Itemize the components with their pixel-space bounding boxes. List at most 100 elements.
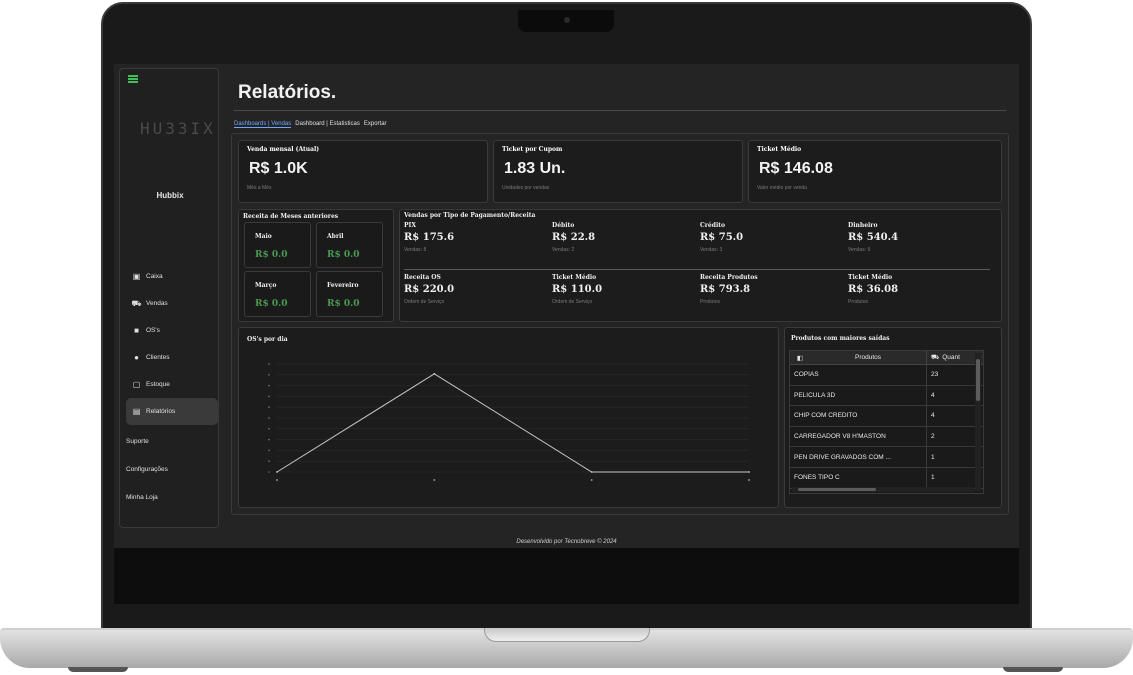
data-point	[748, 471, 750, 473]
data-point	[433, 372, 436, 375]
y-tick	[268, 384, 270, 387]
table-header: ◧ Produtos ⛟ Quant	[790, 351, 983, 365]
kpi-label: Ticket por Cupom	[502, 146, 563, 153]
column-header-quant[interactable]: ⛟ Quant	[926, 351, 976, 364]
sidebar-item-os[interactable]: ■ OS's	[126, 317, 218, 344]
month-card-marco: Março R$ 0.0	[244, 271, 311, 317]
payment-name: Receita OS	[404, 274, 441, 281]
month-card-maio: Maio R$ 0.0	[244, 222, 311, 268]
page-title: Relatórios.	[238, 82, 337, 103]
payment-subtitle: Ordem de Serviço	[552, 299, 593, 305]
kpi-subtitle: Mês a Mês	[247, 185, 272, 191]
report-icon: ▤	[132, 407, 141, 416]
y-tick	[268, 428, 270, 430]
payment-name: Receita Produtos	[700, 274, 758, 281]
product-quantity: 4	[926, 406, 976, 426]
product-quantity: 2	[926, 426, 976, 447]
sidebar-link-configuracoes[interactable]: Configurações	[126, 455, 218, 483]
table-row[interactable]: CARREGADOR V8 H'MASTON 2	[790, 426, 983, 448]
payment-subtitle: Produtos	[700, 299, 721, 305]
tab-bar: Dashboards | Vendas Dashboard | Estatist…	[234, 121, 387, 128]
x-tick	[748, 479, 750, 481]
payment-name: PIX	[404, 222, 416, 229]
panel-title: Produtos com maiores saídas	[791, 335, 890, 342]
sidebar-item-label: Relatórios	[146, 408, 176, 415]
column-header-produtos[interactable]: ◧ Produtos	[790, 354, 926, 362]
hamburger-menu-icon[interactable]	[128, 75, 138, 83]
kpi-card-ticket-cupom: Ticket por Cupom 1.83 Un. Unidades por v…	[493, 140, 743, 203]
sidebar-item-estoque[interactable]: ▢ Estoque	[126, 371, 218, 398]
month-value: R$ 0.0	[255, 250, 288, 260]
sidebar-item-label: Clientes	[146, 354, 170, 361]
sidebar-item-label: OS's	[146, 327, 160, 334]
kpi-card-ticket-medio: Ticket Médio R$ 146.08 Valor médio por v…	[748, 140, 1002, 203]
sidebar-item-label: Vendas	[146, 300, 168, 307]
payment-count: Vendas: 9	[848, 247, 871, 253]
month-value: R$ 0.0	[255, 299, 288, 309]
y-tick	[268, 417, 270, 419]
payment-value: R$ 793.8	[700, 284, 751, 295]
sidebar: HU33IX Hubbix ▣ Caixa ⛟ Vendas ■ OS's ● …	[119, 68, 219, 528]
payment-value: R$ 22.8	[552, 232, 596, 243]
panel-title: Receita de Meses anteriores	[243, 213, 339, 220]
table-row[interactable]: CÓPIAS 23	[790, 365, 983, 386]
payment-value: R$ 220.0	[404, 284, 455, 295]
payment-dinheiro: Dinheiro R$ 540.4 Vendas: 9	[848, 222, 996, 253]
sidebar-item-label: Caixa	[146, 273, 163, 280]
revenue-os: Receita OS R$ 220.0 Ordem de Serviço	[404, 274, 552, 305]
y-tick	[268, 438, 270, 441]
y-tick	[268, 406, 270, 408]
sidebar-link-minha-loja[interactable]: Minha Loja	[126, 483, 218, 511]
y-tick	[268, 471, 270, 473]
payment-name: Ticket Médio	[848, 274, 893, 281]
payment-name: Dinheiro	[848, 222, 878, 229]
product-quantity: 4	[926, 385, 976, 406]
screen-bezel-bottom	[114, 548, 1019, 604]
y-tick	[268, 460, 270, 462]
payment-count: Vendas: 8	[404, 247, 427, 253]
payments-panel: Vendas por Tipo de Pagamento/Receita PIX…	[399, 209, 1002, 322]
x-tick	[276, 479, 278, 481]
table-row[interactable]: FONES TIPO C 1	[790, 467, 983, 489]
table-row[interactable]: PELICULA 3D 4	[790, 385, 983, 407]
tab-dashboard-estatisticas[interactable]: Dashboard | Estatisticas	[295, 121, 360, 128]
payment-credito: Crédito R$ 75.0 Vendas: 3	[700, 222, 848, 253]
laptop-foot-left	[68, 667, 128, 672]
sidebar-item-relatorios[interactable]: ▤ Relatórios	[126, 398, 218, 425]
column-label: Produtos	[854, 354, 882, 361]
revenue-produtos: Receita Produtos R$ 793.8 Produtos	[700, 274, 848, 305]
kpi-subtitle: Unidades por vendas	[502, 185, 550, 191]
payment-debito: Débito R$ 22.8 Vendas: 2	[552, 222, 700, 253]
horizontal-scrollbar[interactable]	[792, 487, 974, 492]
box-icon: ◧	[796, 354, 804, 362]
products-table: ◧ Produtos ⛟ Quant CÓPIAS 23 PELICULA 3D 4 C…	[789, 350, 984, 494]
ticket-medio-produtos: Ticket Médio R$ 36.08 Produtos	[848, 274, 996, 305]
products-panel: Produtos com maiores saídas ◧ Produtos ⛟…	[784, 327, 1002, 508]
scroll-thumb[interactable]	[798, 488, 876, 491]
payment-value: R$ 36.08	[848, 284, 899, 295]
vertical-scrollbar[interactable]	[975, 353, 981, 491]
sidebar-link-suporte[interactable]: Suporte	[126, 427, 218, 455]
stock-box-icon: ▢	[132, 380, 141, 389]
data-point	[276, 471, 278, 473]
table-row[interactable]: PEN DRIVE GRAVADOS COM ... 1	[790, 447, 983, 468]
product-name: PEN DRIVE GRAVADOS COM ...	[794, 453, 891, 461]
tab-exportar[interactable]: Exportar	[364, 121, 387, 128]
month-name: Março	[255, 282, 277, 289]
cash-register-icon: ▣	[132, 272, 141, 281]
cart-icon: ⛟	[131, 298, 142, 308]
product-name: CARREGADOR V8 H'MASTON	[794, 433, 886, 441]
app-logo: HU33IX	[140, 119, 216, 138]
sidebar-item-caixa[interactable]: ▣ Caixa	[126, 263, 218, 290]
sidebar-item-vendas[interactable]: ⛟ Vendas	[126, 290, 218, 317]
kpi-value: R$ 146.08	[759, 160, 833, 177]
product-quantity: 1	[926, 447, 976, 467]
sidebar-item-clientes[interactable]: ● Clientes	[126, 344, 218, 371]
scroll-thumb[interactable]	[976, 359, 980, 401]
tab-dashboards-vendas[interactable]: Dashboards | Vendas	[234, 121, 292, 128]
y-tick	[268, 395, 270, 398]
payment-name: Crédito	[700, 222, 726, 229]
month-name: Abril	[327, 233, 344, 240]
table-row[interactable]: CHIP COM CREDITO 4	[790, 406, 983, 427]
sidebar-item-label: Estoque	[146, 381, 170, 388]
